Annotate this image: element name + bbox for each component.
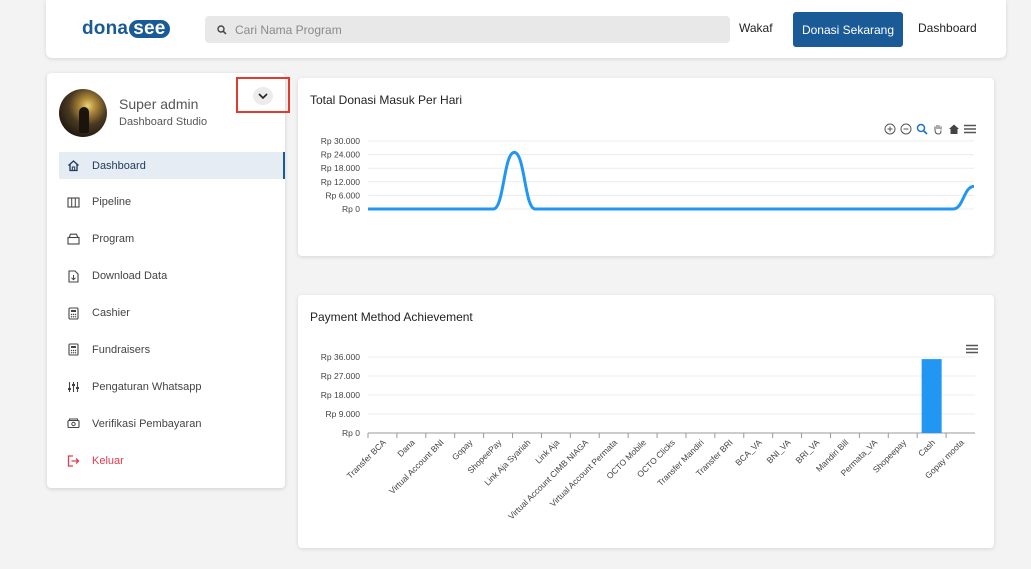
sidebar-item-label: Program xyxy=(92,233,135,246)
x-tick-label: Virtual Account BNI xyxy=(387,437,446,496)
sidebar-item-fundraisers[interactable]: Fundraisers xyxy=(59,336,285,363)
download-file-icon xyxy=(66,269,80,283)
y-tick-label: Rp 30.000 xyxy=(321,136,360,146)
sidebar-item-verifikasi-pembayaran[interactable]: Verifikasi Pembayaran xyxy=(59,410,285,437)
profile-dropdown-button[interactable] xyxy=(236,77,290,113)
sidebar-item-label: Dashboard xyxy=(92,159,146,172)
y-tick-label: Rp 6.000 xyxy=(326,190,361,200)
chevron-down-icon xyxy=(253,87,273,105)
logout-icon xyxy=(66,454,80,468)
sidebar-item-pengaturan-whatsapp[interactable]: Pengaturan Whatsapp xyxy=(59,373,285,400)
y-tick-label: Rp 24.000 xyxy=(321,150,360,160)
calculator-icon xyxy=(66,306,80,320)
x-tick-label: BCA_VA xyxy=(733,437,764,468)
box-icon xyxy=(66,232,80,246)
nav-wakaf-link[interactable]: Wakaf xyxy=(739,21,773,35)
sidebar-item-label: Pengaturan Whatsapp xyxy=(92,380,202,393)
x-tick-label: Gopay xyxy=(450,437,475,462)
series-line xyxy=(368,150,975,211)
nav-dashboard-link[interactable]: Dashboard xyxy=(918,21,977,35)
sidebar-item-cashier[interactable]: Cashier xyxy=(59,300,285,327)
x-tick-label: Cash xyxy=(916,437,937,458)
cash-icon xyxy=(66,417,80,431)
search-icon xyxy=(217,24,227,35)
bar[interactable] xyxy=(921,359,942,433)
x-tick-label: Link Aja xyxy=(533,437,561,465)
daily-donation-line-chart: Rp 30.000 Rp 24.000 Rp 18.000 Rp 12.000 Rp 6… xyxy=(321,136,975,214)
calculator-icon xyxy=(66,343,80,357)
avatar xyxy=(59,89,107,137)
payment-method-card: Payment Method Achievement Rp 36.000 Rp 2… xyxy=(298,295,994,548)
sidebar-item-pipeline[interactable]: Pipeline xyxy=(59,189,285,216)
search-input[interactable] xyxy=(235,22,715,37)
x-tick-label: BNI_VA xyxy=(765,437,793,465)
sidebar: Super admin Dashboard Studio Dashboard P… xyxy=(47,73,290,488)
y-tick-label: Rp 18.000 xyxy=(321,390,360,400)
top-header: donasee Wakaf Donasi Sekarang Dashboard xyxy=(46,0,1006,58)
sidebar-item-label: Fundraisers xyxy=(92,343,151,356)
sidebar-item-program[interactable]: Program xyxy=(59,226,285,253)
sidebar-item-label: Download Data xyxy=(92,270,168,283)
donate-now-button[interactable]: Donasi Sekarang xyxy=(793,12,903,47)
y-tick-label: Rp 9.000 xyxy=(326,409,361,419)
user-role: Dashboard Studio xyxy=(119,116,208,128)
sidebar-item-label: Cashier xyxy=(92,307,130,320)
y-tick-label: Rp 12.000 xyxy=(321,177,360,187)
search-bar[interactable] xyxy=(205,16,730,43)
y-tick-label: Rp 36.000 xyxy=(321,352,360,362)
user-name: Super admin xyxy=(119,96,199,112)
sidebar-item-dashboard[interactable]: Dashboard xyxy=(59,152,285,179)
x-tick-label: BRI_VA xyxy=(793,437,821,465)
sidebar-item-label: Pipeline xyxy=(92,196,132,209)
y-tick-label: Rp 0 xyxy=(342,204,360,214)
y-tick-label: Rp 18.000 xyxy=(321,163,360,173)
donasee-logo[interactable]: dona see xyxy=(82,18,170,40)
sidebar-menu: Dashboard Pipeline Program Download Data… xyxy=(59,152,285,484)
x-tick-label: Transfer BCA xyxy=(345,437,388,480)
sliders-icon xyxy=(66,380,80,394)
y-tick-label: Rp 27.000 xyxy=(321,371,360,381)
sidebar-item-keluar[interactable]: Keluar xyxy=(59,447,285,474)
daily-donation-card: Total Donasi Masuk Per Hari Rp 30.000 Rp … xyxy=(298,78,994,256)
payment-method-bar-chart: Rp 36.000 Rp 27.000 Rp 18.000 Rp 9.000 Rp 0T… xyxy=(321,352,975,521)
columns-icon xyxy=(66,195,80,209)
sidebar-item-label: Keluar xyxy=(92,454,124,467)
home-icon xyxy=(66,159,80,173)
y-tick-label: Rp 0 xyxy=(342,428,360,438)
x-tick-label: Dana xyxy=(395,437,417,459)
sidebar-item-download-data[interactable]: Download Data xyxy=(59,263,285,290)
sidebar-item-label: Verifikasi Pembayaran xyxy=(92,417,202,430)
